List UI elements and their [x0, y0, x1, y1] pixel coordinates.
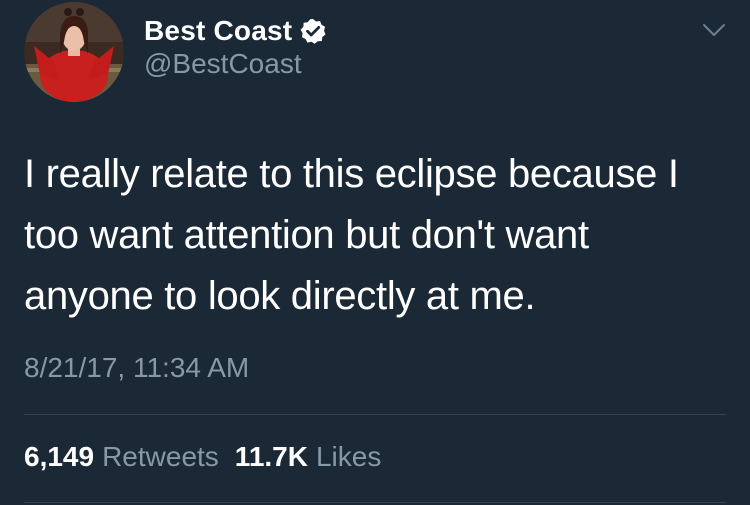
- tweet-text-line: I really relate to this eclipse because …: [24, 152, 679, 196]
- likes-label: Likes: [315, 441, 382, 472]
- chevron-down-icon[interactable]: [701, 20, 727, 40]
- tweet-text-line: too want attention but don't want: [24, 213, 589, 257]
- divider: [24, 502, 726, 503]
- display-name[interactable]: Best Coast: [144, 15, 292, 47]
- tweet-timestamp[interactable]: 8/21/17, 11:34 AM: [24, 352, 249, 384]
- tweet-text: I really relate to this eclipse because …: [24, 144, 724, 327]
- divider: [24, 414, 726, 415]
- avatar[interactable]: [24, 2, 124, 102]
- author-name-row: Best Coast: [144, 12, 326, 50]
- likes-stat[interactable]: 11.7K Likes: [235, 441, 382, 473]
- retweets-label: Retweets: [102, 441, 219, 472]
- engagement-stats: 6,149 Retweets 11.7K Likes: [24, 441, 397, 473]
- retweets-stat[interactable]: 6,149 Retweets: [24, 441, 219, 473]
- verified-badge-icon: [300, 18, 326, 44]
- retweets-count: 6,149: [24, 441, 95, 472]
- tweet-card: Best Coast @BestCoast I really relate to…: [0, 0, 750, 505]
- author-handle[interactable]: @BestCoast: [144, 48, 302, 80]
- likes-count: 11.7K: [234, 441, 308, 472]
- tweet-text-line: anyone to look directly at me.: [24, 274, 536, 318]
